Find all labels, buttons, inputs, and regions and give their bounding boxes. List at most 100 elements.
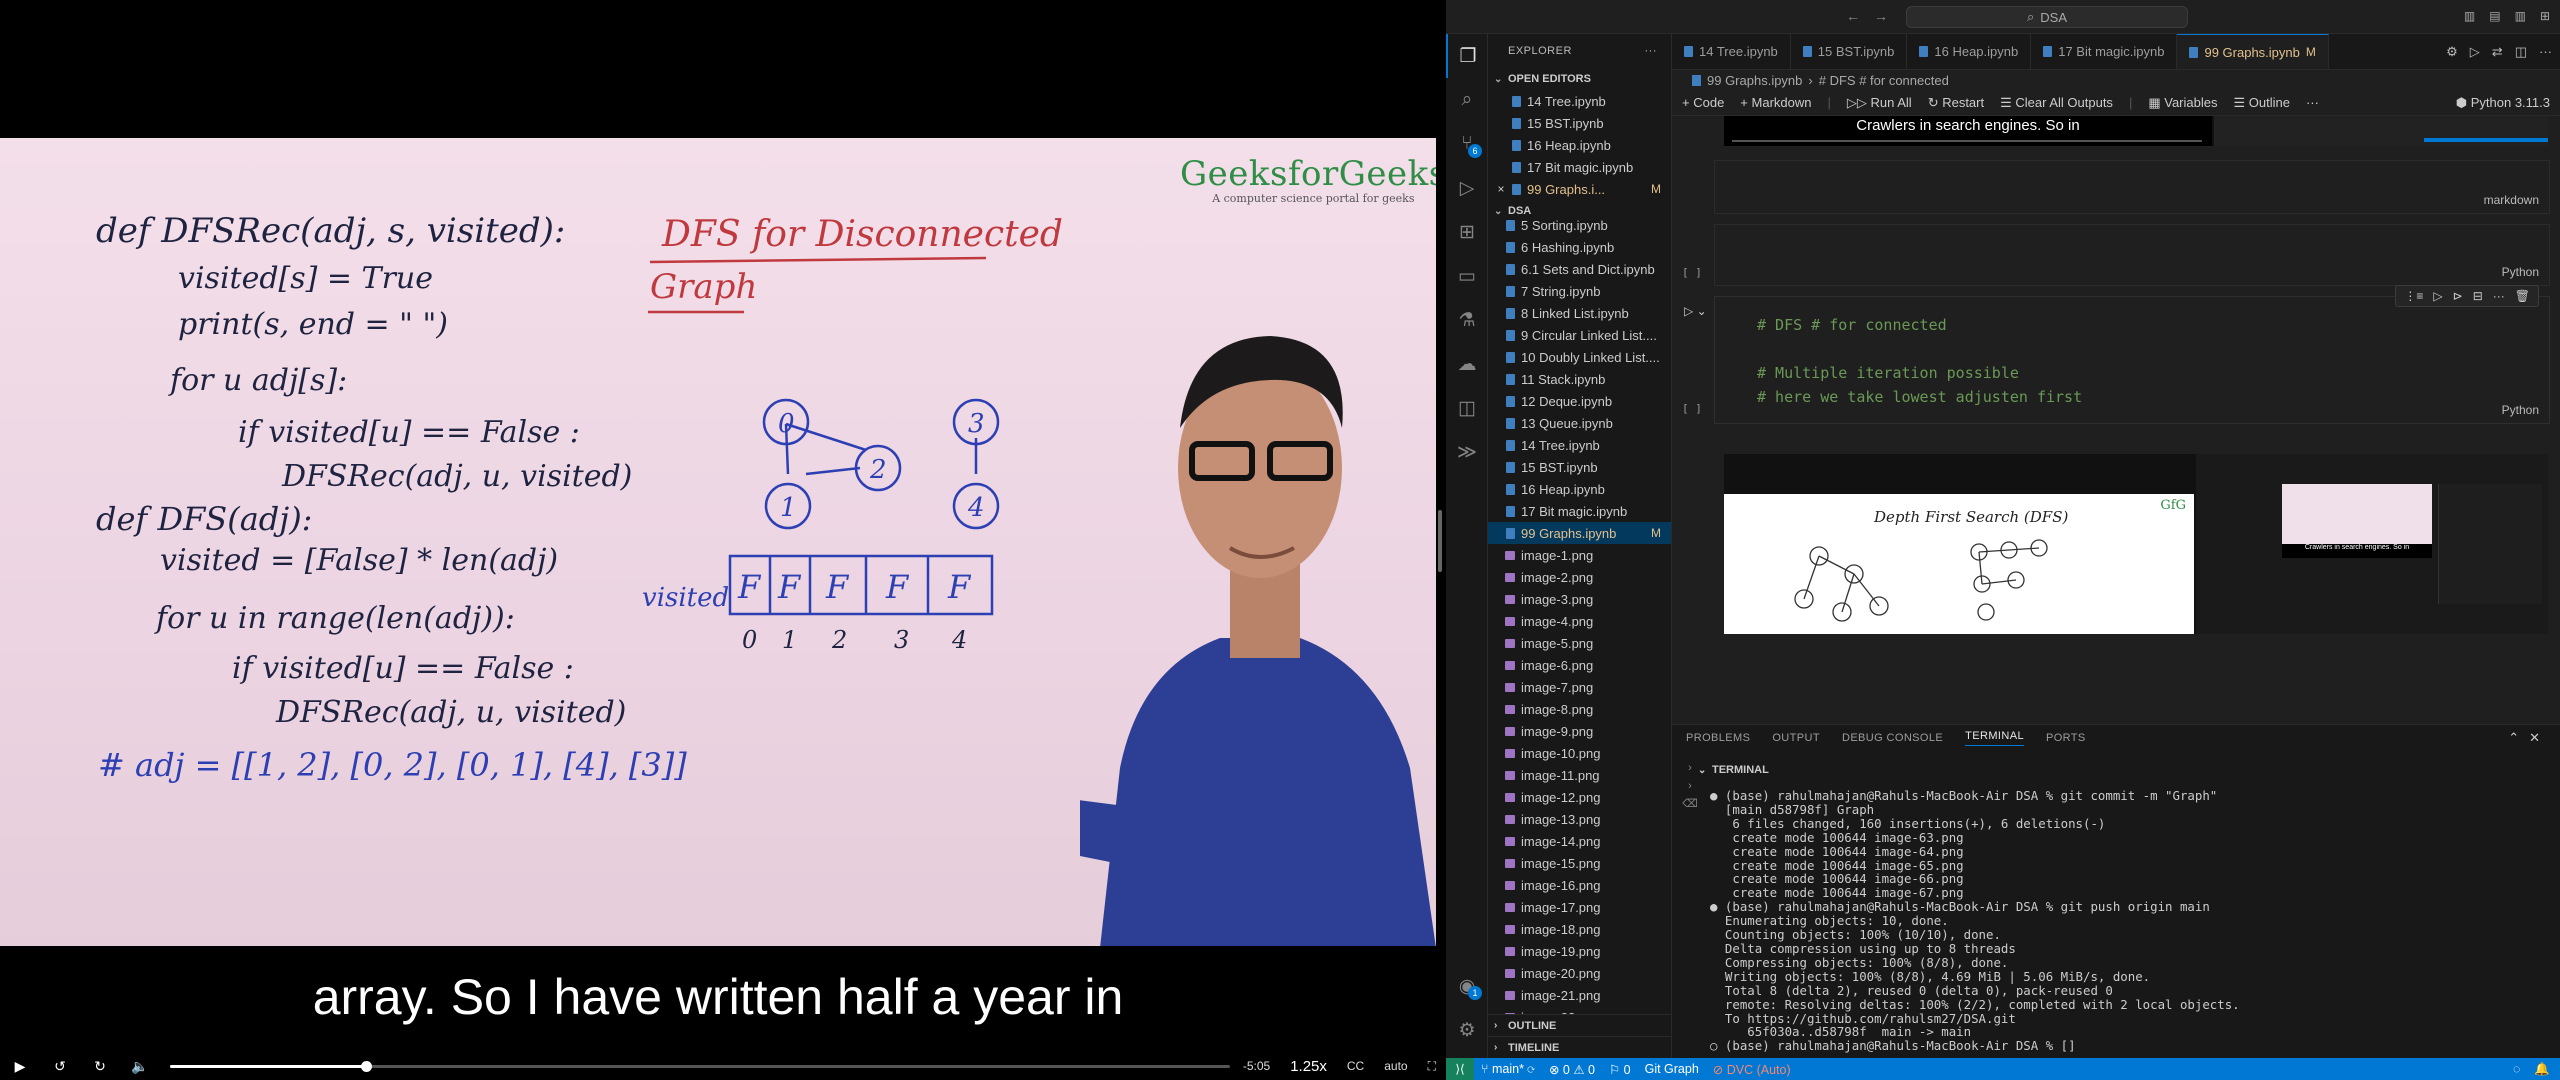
video-player[interactable]: GeeksforGeeks A computer science portal … xyxy=(0,0,1446,1080)
file-item[interactable]: image-1.png xyxy=(1488,544,1671,566)
terminal-header[interactable]: ⌄ TERMINAL xyxy=(1672,759,2560,781)
editor-tab[interactable]: 99 Graphs.ipynb M xyxy=(2177,34,2329,69)
nav-arrows[interactable]: ←→ xyxy=(1846,8,1902,24)
file-item[interactable]: image-5.png xyxy=(1488,632,1671,654)
empty-code-cell[interactable]: Python xyxy=(1714,224,2550,286)
file-item[interactable]: image-12.png xyxy=(1488,786,1671,808)
markdown-cell[interactable]: markdown xyxy=(1714,160,2550,214)
delete-cell-icon[interactable]: 🗑 xyxy=(2515,289,2530,303)
file-item[interactable]: image-19.png xyxy=(1488,940,1671,962)
file-item[interactable]: 14 Tree.ipynb xyxy=(1488,434,1671,456)
git-graph-status[interactable]: Git Graph xyxy=(1638,1062,1706,1076)
notifications-icon[interactable]: 🔔 xyxy=(2534,1062,2550,1077)
run-cell-icon[interactable]: ▷ ⌄ xyxy=(1684,304,1707,318)
captions-icon[interactable]: CC xyxy=(1337,1059,1374,1073)
tab-ports[interactable]: PORTS xyxy=(2046,732,2086,744)
more-toolbar-icon[interactable]: ··· xyxy=(2306,95,2319,110)
open-editor-item[interactable]: 14 Tree.ipynb xyxy=(1488,90,1671,112)
cell-language[interactable]: Python xyxy=(2502,403,2539,417)
file-item[interactable]: image-20.png xyxy=(1488,962,1671,984)
problems-status[interactable]: ⊗ 0 ⚠ 0 xyxy=(1542,1062,1602,1077)
command-center-search[interactable]: ⌕ DSA xyxy=(1906,6,2188,28)
variables-button[interactable]: ▦ Variables xyxy=(2148,95,2217,111)
tab-debug-console[interactable]: DEBUG CONSOLE xyxy=(1842,732,1943,744)
play-icon[interactable]: ▶ xyxy=(0,1052,40,1080)
file-item[interactable]: 8 Linked List.ipynb xyxy=(1488,302,1671,324)
compare-icon[interactable]: ⇄ xyxy=(2492,44,2503,60)
cell-language[interactable]: Python xyxy=(2502,265,2539,279)
file-item[interactable]: image-18.png xyxy=(1488,918,1671,940)
file-item[interactable]: image-17.png xyxy=(1488,896,1671,918)
file-item[interactable]: image-4.png xyxy=(1488,610,1671,632)
breadcrumb-file[interactable]: 99 Graphs.ipynb xyxy=(1707,73,1802,88)
containers-icon[interactable]: ◫ xyxy=(1446,386,1488,430)
trash-icon[interactable]: ⌫ xyxy=(1678,795,1702,813)
execute-above-icon[interactable]: ▷ xyxy=(2433,289,2442,303)
file-item[interactable]: image-16.png xyxy=(1488,874,1671,896)
file-item[interactable]: image-7.png xyxy=(1488,676,1671,698)
file-item[interactable]: image-6.png xyxy=(1488,654,1671,676)
split-handle[interactable] xyxy=(1438,510,1442,572)
open-editor-item[interactable]: × 99 Graphs.i... M xyxy=(1488,178,1671,200)
execute-below-icon[interactable]: ⊳ xyxy=(2453,289,2463,303)
quality-button[interactable]: auto xyxy=(1374,1059,1417,1073)
file-item[interactable]: image-8.png xyxy=(1488,698,1671,720)
outline-section[interactable]: › OUTLINE xyxy=(1488,1014,1671,1036)
kernel-picker[interactable]: ⬢ Python 3.11.3 xyxy=(2456,95,2550,111)
expand-icon[interactable]: › xyxy=(1678,759,1702,777)
expand-icon[interactable]: › xyxy=(1678,777,1702,795)
code-cell[interactable]: ⋮≡ ▷ ⊳ ⊟ ··· 🗑 # DFS # for connected # M… xyxy=(1714,285,2550,424)
tab-terminal[interactable]: TERMINAL xyxy=(1965,730,2024,746)
file-item[interactable]: image-2.png xyxy=(1488,566,1671,588)
file-item[interactable]: image-3.png xyxy=(1488,588,1671,610)
gear-icon[interactable]: ⚙ xyxy=(2446,44,2458,60)
explorer-icon[interactable]: ❐ xyxy=(1446,34,1488,78)
file-item[interactable]: 15 BST.ipynb xyxy=(1488,456,1671,478)
tab-problems[interactable]: PROBLEMS xyxy=(1686,732,1750,744)
dvc-icon[interactable]: ≫ xyxy=(1446,430,1488,474)
customize-layout-icon[interactable]: ⊞ xyxy=(2540,9,2550,23)
speed-button[interactable]: 1.25x xyxy=(1280,1058,1337,1075)
close-icon[interactable]: × xyxy=(1494,182,1508,196)
remote-icon[interactable]: ⟩⟨ xyxy=(1446,1058,1474,1080)
run-debug-icon[interactable]: ▷ xyxy=(1446,166,1488,210)
editor-tab[interactable]: 16 Heap.ipynb xyxy=(1907,34,2032,69)
split-editor-icon[interactable]: ◫ xyxy=(2515,44,2527,60)
progress-bar[interactable] xyxy=(170,1061,1230,1072)
toggle-panel-icon[interactable]: ▤ xyxy=(2489,9,2500,23)
open-editors-section[interactable]: ⌄ OPEN EDITORS xyxy=(1488,68,1671,90)
forward-icon[interactable]: ↻ xyxy=(80,1052,120,1080)
breadcrumb-heading[interactable]: # DFS # for connected xyxy=(1819,73,1949,88)
file-item[interactable]: 6 Hashing.ipynb xyxy=(1488,236,1671,258)
file-item[interactable]: 12 Deque.ipynb xyxy=(1488,390,1671,412)
outline-button[interactable]: ☰ Outline xyxy=(2233,95,2289,111)
file-item[interactable]: 10 Doubly Linked List.... xyxy=(1488,346,1671,368)
clear-outputs-button[interactable]: ☰ Clear All Outputs xyxy=(2000,95,2113,111)
video-frame[interactable]: GeeksforGeeks A computer science portal … xyxy=(0,138,1436,946)
open-editor-item[interactable]: 17 Bit magic.ipynb xyxy=(1488,156,1671,178)
open-editor-item[interactable]: 16 Heap.ipynb xyxy=(1488,134,1671,156)
account-icon[interactable]: ◉ 1 xyxy=(1446,964,1488,1008)
toggle-secondary-icon[interactable]: ▥ xyxy=(2515,9,2526,23)
branch-status[interactable]: ⑂ main* ⟳ xyxy=(1474,1062,1542,1076)
settings-gear-icon[interactable]: ⚙ xyxy=(1446,1008,1488,1052)
restart-button[interactable]: ↻ Restart xyxy=(1928,95,1984,111)
file-item[interactable]: image-14.png xyxy=(1488,830,1671,852)
file-item[interactable]: 6.1 Sets and Dict.ipynb xyxy=(1488,258,1671,280)
timeline-section[interactable]: › TIMELINE xyxy=(1488,1036,1671,1058)
docker-icon[interactable]: ☁ xyxy=(1446,342,1488,386)
add-code-button[interactable]: + Code xyxy=(1682,95,1724,110)
tab-output[interactable]: OUTPUT xyxy=(1772,732,1820,744)
run-by-line-icon[interactable]: ⋮≡ xyxy=(2404,289,2423,303)
cell-language[interactable]: markdown xyxy=(2484,193,2539,207)
editor-tab[interactable]: 15 BST.ipynb xyxy=(1791,34,1908,69)
file-item[interactable]: 11 Stack.ipynb xyxy=(1488,368,1671,390)
file-item[interactable]: 7 String.ipynb xyxy=(1488,280,1671,302)
file-item[interactable]: image-15.png xyxy=(1488,852,1671,874)
panel-controls[interactable]: ⌃✕ xyxy=(2508,730,2550,746)
file-item[interactable]: image-13.png xyxy=(1488,808,1671,830)
split-cell-icon[interactable]: ⊟ xyxy=(2473,289,2483,303)
progress-knob[interactable] xyxy=(361,1061,373,1072)
file-item[interactable]: 5 Sorting.ipynb xyxy=(1488,214,1671,236)
ports-status[interactable]: ⚐ 0 xyxy=(1602,1062,1638,1077)
